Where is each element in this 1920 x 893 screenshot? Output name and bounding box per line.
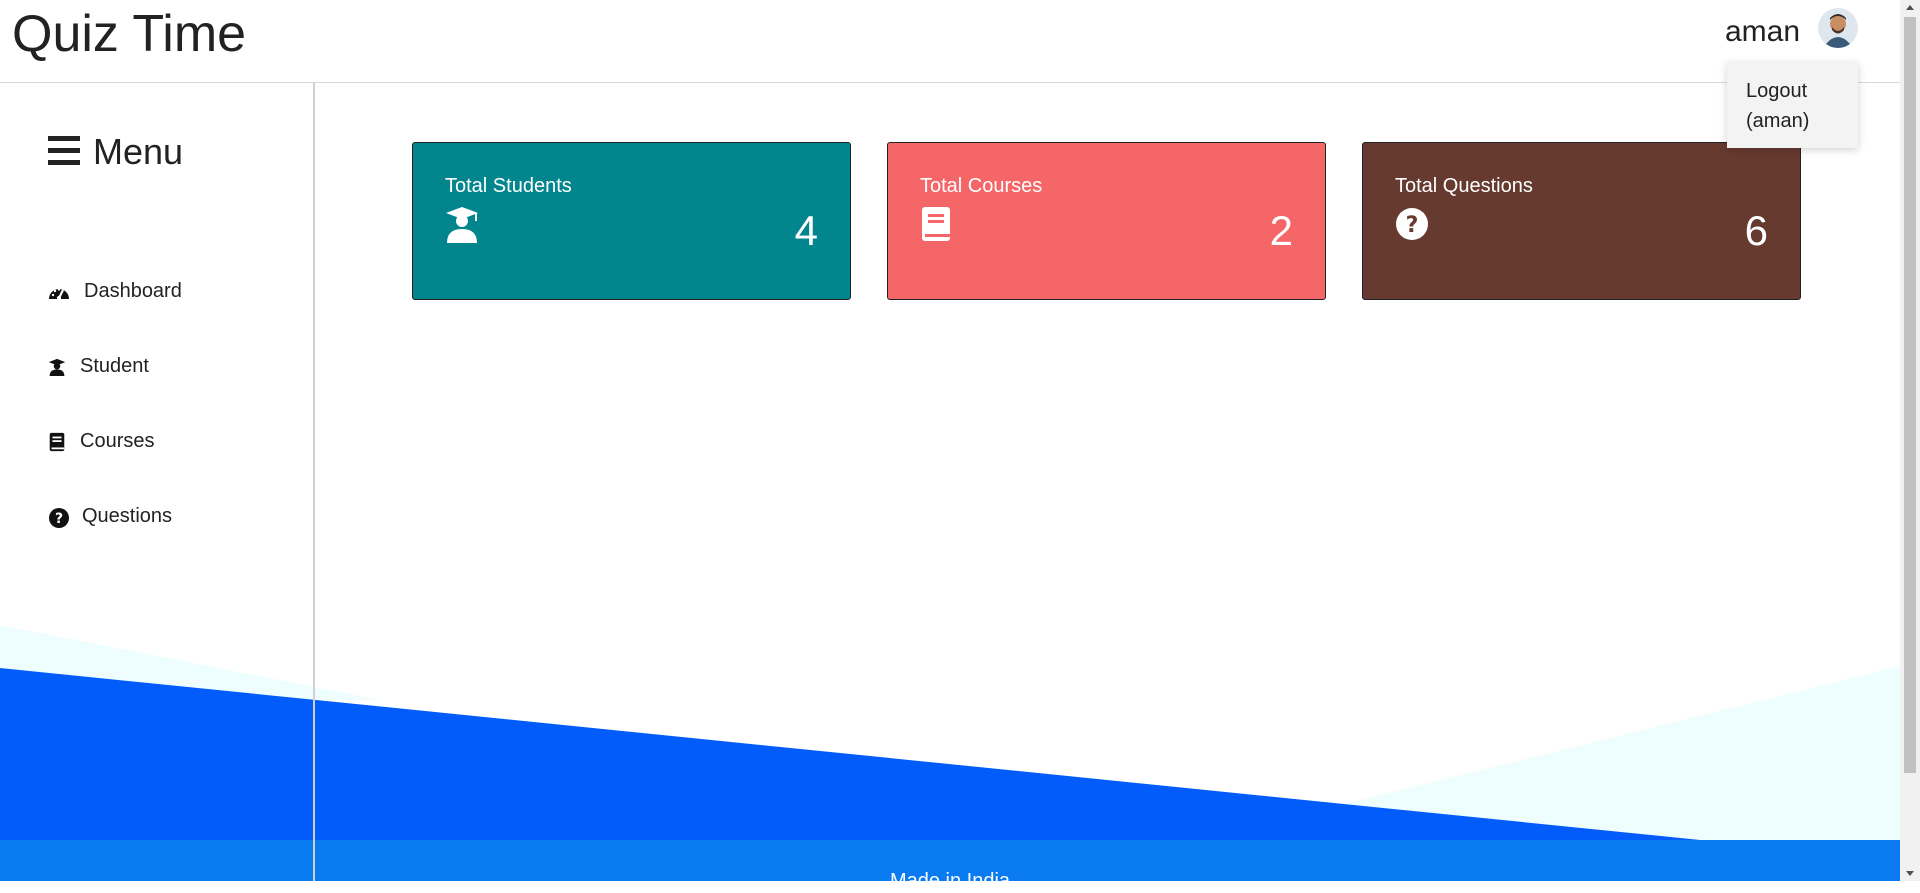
- question-circle-icon: ?: [1396, 208, 1428, 240]
- user-avatar-icon: [1818, 8, 1858, 48]
- sidebar-item-label: Student: [80, 355, 149, 377]
- book-icon: [49, 432, 65, 452]
- card-total-questions[interactable]: Total Questions ? 6: [1362, 142, 1801, 300]
- question-circle-icon: ?: [49, 508, 69, 528]
- scrollbar[interactable]: [1900, 0, 1920, 881]
- scroll-thumb[interactable]: [1904, 17, 1916, 773]
- sidebar-item-label: Courses: [80, 430, 155, 452]
- top-header: Quiz Time aman: [0, 0, 1900, 83]
- user-dropdown: Logout (aman): [1727, 62, 1858, 148]
- svg-text:?: ?: [55, 511, 63, 527]
- card-title: Total Students: [445, 175, 572, 197]
- user-graduate-icon: [48, 358, 66, 376]
- user-graduate-icon: [446, 207, 478, 243]
- card-title: Total Courses: [920, 175, 1043, 197]
- sidebar-item-label: Questions: [82, 505, 173, 527]
- card-total-students[interactable]: Total Students 4: [412, 142, 851, 300]
- user-name[interactable]: aman: [1725, 15, 1800, 49]
- avatar[interactable]: [1818, 8, 1858, 48]
- card-value: 2: [1269, 207, 1293, 254]
- sidebar: Menu Dashboard Student Courses ? Questio…: [0, 82, 315, 881]
- svg-text:?: ?: [1406, 213, 1419, 238]
- card-value: 4: [794, 207, 818, 254]
- sidebar-item-label: Dashboard: [84, 280, 182, 302]
- scroll-up-arrow-icon[interactable]: [1900, 0, 1920, 17]
- scroll-down-arrow-icon[interactable]: [1900, 864, 1920, 881]
- card-value: 6: [1744, 207, 1768, 254]
- menu-label: Menu: [93, 131, 184, 172]
- card-total-courses[interactable]: Total Courses 2: [887, 142, 1326, 300]
- tachometer-icon: [49, 288, 69, 300]
- app-title: Quiz Time: [12, 5, 247, 63]
- logout-link[interactable]: Logout (aman): [1746, 76, 1846, 136]
- hamburger-icon: [48, 136, 80, 165]
- card-title: Total Questions: [1395, 175, 1533, 197]
- book-icon: [922, 207, 950, 241]
